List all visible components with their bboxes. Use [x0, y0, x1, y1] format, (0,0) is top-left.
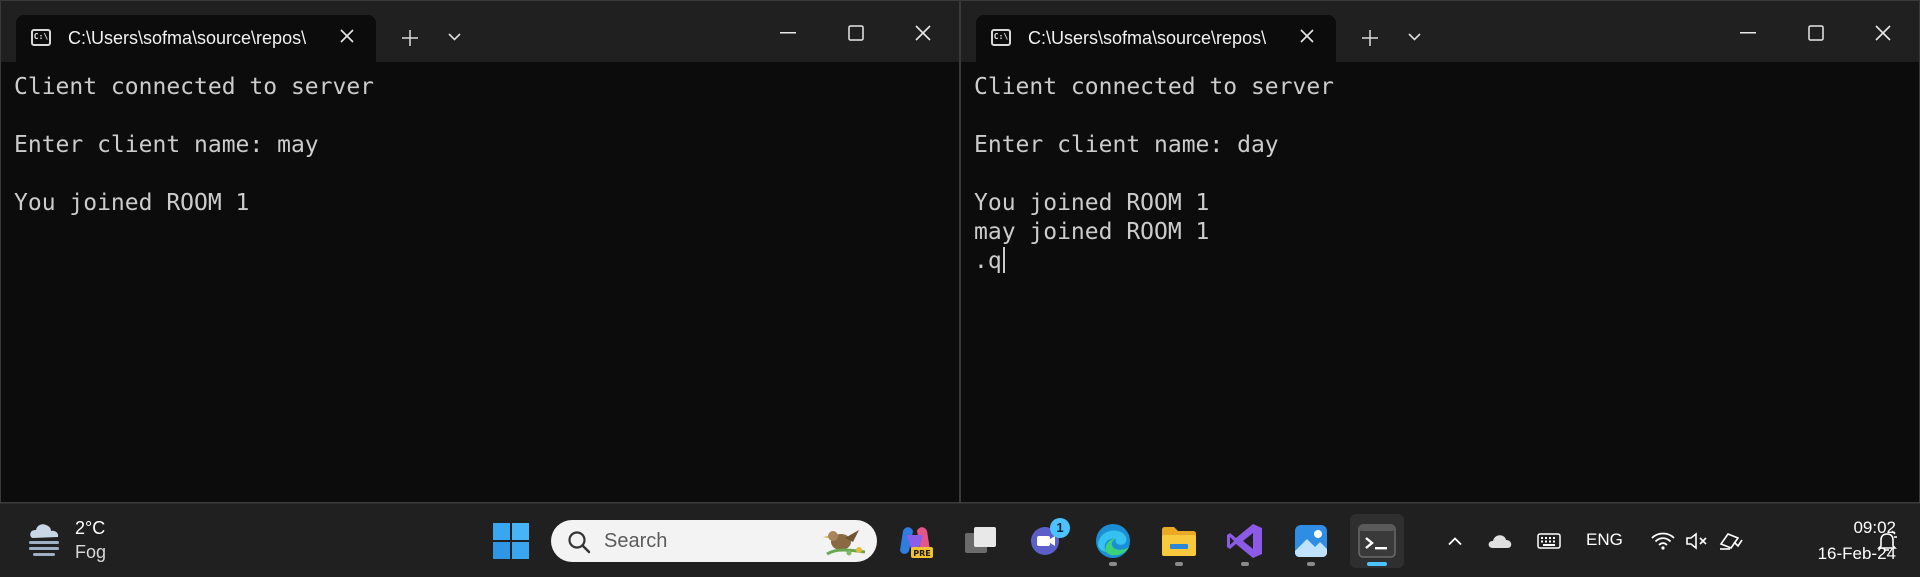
close-icon	[340, 29, 354, 43]
terminal-window-left[interactable]: C:\ C:\Users\sofma\source\repos\ Client …	[0, 0, 960, 503]
photos-icon	[1295, 525, 1327, 557]
input-language-indicator[interactable]: ENG	[1586, 530, 1623, 550]
chevron-down-icon	[1408, 33, 1421, 41]
console-output[interactable]: Client connected to server Enter client …	[974, 73, 1909, 276]
keyboard-icon	[1537, 533, 1561, 549]
weather-widget[interactable]: 2°C Fog	[25, 514, 125, 568]
edge-browser-icon	[1096, 524, 1130, 558]
search-box[interactable]: Search	[551, 520, 877, 562]
windows-logo-icon	[493, 523, 529, 559]
copilot-pre-icon: PRE	[900, 527, 933, 558]
console-line: may joined ROOM 1	[974, 219, 1210, 245]
close-icon	[915, 25, 931, 41]
maximize-icon	[848, 25, 864, 41]
file-explorer-button[interactable]	[1152, 514, 1206, 568]
touch-keyboard-button[interactable]	[1532, 522, 1566, 560]
console-line: Enter client name: day	[974, 132, 1279, 158]
onedrive-button[interactable]	[1484, 522, 1516, 560]
notifications-button[interactable]	[1872, 522, 1902, 560]
svg-text:PRE: PRE	[913, 549, 931, 558]
tab-title: C:\Users\sofma\source\repos\	[1028, 28, 1267, 48]
console-line: Enter client name: may	[14, 132, 319, 158]
console-line: Client connected to server	[974, 74, 1335, 100]
edge-button[interactable]	[1086, 514, 1140, 568]
taskbar: 2°C Fog Search PRE 1 ENG 09:02 16-Feb-24	[0, 503, 1920, 577]
battery-saver-icon	[1719, 533, 1743, 550]
teams-button[interactable]: 1	[1020, 514, 1074, 568]
text-cursor	[1002, 247, 1005, 273]
close-tab-button[interactable]	[1294, 23, 1320, 49]
terminal-tab-icon: C:\	[31, 29, 51, 46]
terminal-icon	[1358, 524, 1396, 558]
plus-icon	[1362, 30, 1378, 46]
new-tab-button[interactable]	[393, 21, 427, 55]
running-indicator	[1241, 562, 1249, 566]
notification-bell-icon	[1877, 530, 1897, 551]
terminal-tab[interactable]: C:\ C:\Users\sofma\source\repos\	[16, 15, 376, 62]
terminal-window-right[interactable]: C:\ C:\Users\sofma\source\repos\ Client …	[960, 0, 1920, 503]
tab-dropdown-button[interactable]	[1398, 21, 1432, 55]
wifi-icon	[1651, 532, 1675, 550]
cloud-icon	[1488, 535, 1512, 548]
console-input-text: .q	[974, 248, 1002, 274]
notification-badge: 1	[1050, 518, 1070, 538]
weather-temperature: 2°C	[75, 518, 106, 538]
title-bar[interactable]: C:\ C:\Users\sofma\source\repos\	[1, 1, 959, 62]
maximize-button[interactable]	[1789, 11, 1843, 55]
chevron-down-icon	[448, 33, 461, 41]
console-line: You joined ROOM 1	[14, 190, 250, 216]
close-tab-button[interactable]	[334, 23, 360, 49]
start-button[interactable]	[484, 514, 538, 568]
terminal-tab-icon: C:\	[991, 29, 1011, 46]
folder-icon	[1162, 527, 1196, 556]
volume-muted-icon	[1686, 532, 1707, 550]
terminal-tab[interactable]: C:\ C:\Users\sofma\source\repos\	[976, 15, 1336, 62]
visual-studio-icon	[1227, 524, 1262, 558]
console-output[interactable]: Client connected to server Enter client …	[14, 73, 949, 218]
volume-button[interactable]	[1682, 522, 1712, 560]
fog-cloud-icon	[29, 524, 59, 556]
battery-button[interactable]	[1716, 522, 1746, 560]
search-icon	[568, 531, 591, 554]
close-icon	[1300, 29, 1314, 43]
bird-highlight-icon	[823, 530, 866, 556]
title-bar[interactable]: C:\ C:\Users\sofma\source\repos\	[961, 1, 1919, 62]
show-hidden-icons-button[interactable]	[1440, 522, 1470, 560]
tab-dropdown-button[interactable]	[438, 21, 472, 55]
running-indicator	[1175, 562, 1183, 566]
photos-button[interactable]	[1284, 514, 1338, 568]
task-view-icon	[965, 527, 996, 553]
console-line: You joined ROOM 1	[974, 190, 1210, 216]
console-line: Client connected to server	[14, 74, 375, 100]
terminal-button[interactable]	[1350, 514, 1404, 568]
new-tab-button[interactable]	[1353, 21, 1387, 55]
plus-icon	[402, 30, 418, 46]
running-indicator	[1109, 562, 1117, 566]
weather-condition: Fog	[75, 542, 107, 562]
search-label: Search	[604, 530, 668, 552]
minimize-button[interactable]	[761, 11, 815, 55]
running-indicator	[1307, 562, 1315, 566]
copilot-button[interactable]: PRE	[888, 514, 942, 568]
close-icon	[1875, 25, 1891, 41]
close-window-button[interactable]	[1856, 11, 1910, 55]
minimize-icon	[780, 32, 796, 34]
minimize-icon	[1740, 32, 1756, 34]
close-window-button[interactable]	[896, 11, 950, 55]
tab-title: C:\Users\sofma\source\repos\	[68, 28, 307, 48]
chevron-up-icon	[1448, 537, 1462, 546]
maximize-button[interactable]	[829, 11, 883, 55]
visual-studio-button[interactable]	[1218, 514, 1272, 568]
active-indicator	[1367, 562, 1387, 566]
task-view-button[interactable]	[954, 514, 1008, 568]
minimize-button[interactable]	[1721, 11, 1775, 55]
maximize-icon	[1808, 25, 1824, 41]
network-button[interactable]	[1648, 522, 1678, 560]
console-input-line[interactable]: .q	[974, 247, 1909, 276]
